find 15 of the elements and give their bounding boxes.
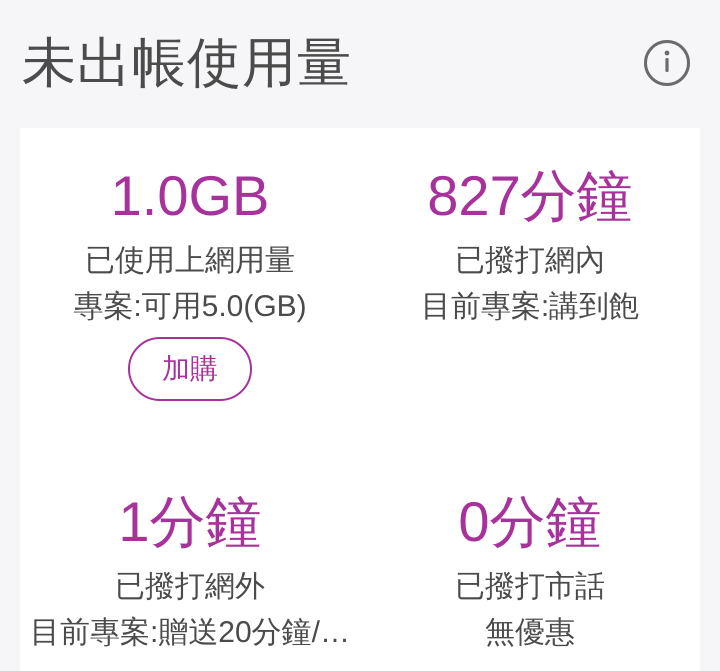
usage-value: 827分鐘: [427, 166, 633, 226]
plan-text: 目前專案:贈送20分鐘/…: [30, 615, 350, 651]
usage-label: 已使用上網用量: [85, 243, 295, 279]
info-icon[interactable]: [644, 40, 690, 86]
usage-label: 已撥打市話: [455, 569, 605, 605]
page-title: 未出帳使用量: [22, 32, 352, 95]
plan-text: 無優惠: [485, 615, 575, 651]
plan-text: 目前專案:講到飽: [420, 289, 640, 325]
add-purchase-button[interactable]: 加購: [128, 337, 252, 401]
usage-value: 1.0GB: [110, 166, 270, 226]
usage-value: 1分鐘: [118, 492, 262, 552]
usage-label: 已撥打網內: [455, 243, 605, 279]
usage-label: 已撥打網外: [115, 569, 265, 605]
plan-text: 專案:可用5.0(GB): [73, 289, 307, 325]
usage-value: 0分鐘: [458, 492, 602, 552]
